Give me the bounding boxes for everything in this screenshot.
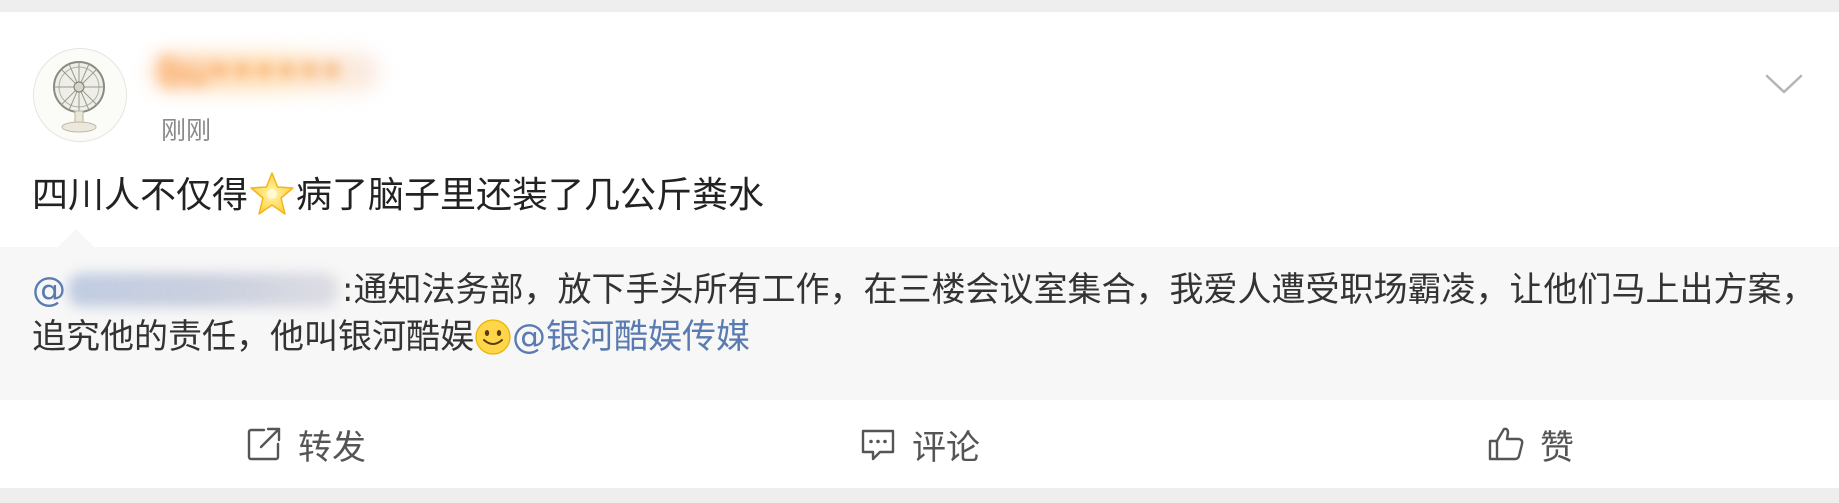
repost-label: 转发 bbox=[298, 427, 366, 468]
username[interactable]: bu•••••• bbox=[160, 48, 343, 94]
post-text-part1: 四川人不仅得 bbox=[32, 175, 249, 216]
quote-pointer bbox=[58, 229, 94, 247]
fan-icon bbox=[34, 49, 126, 141]
mention-link[interactable]: @银河酷娱传媒 bbox=[512, 317, 750, 357]
post-card: bu•••••• 刚刚 四川人不仅得 病了脑子里还装了几公斤粪水 @:通知法务… bbox=[0, 12, 1839, 488]
comment-label: 评论 bbox=[912, 427, 980, 468]
post-text: 四川人不仅得 病了脑子里还装了几公斤粪水 bbox=[32, 170, 764, 222]
share-icon bbox=[247, 427, 281, 461]
chevron-down-icon[interactable] bbox=[1761, 60, 1807, 106]
thumbs-up-icon bbox=[1488, 427, 1524, 461]
weibo-feed: bu•••••• 刚刚 四川人不仅得 病了脑子里还装了几公斤粪水 @:通知法务… bbox=[0, 0, 1839, 503]
repost-button[interactable]: 转发 bbox=[244, 400, 366, 488]
blurred-mention[interactable]: @ bbox=[32, 270, 342, 310]
avatar[interactable] bbox=[33, 48, 127, 142]
quoted-post-text: @:通知法务部，放下手头所有工作，在三楼会议室集合，我爱人遭受职场霸凌，让他们马… bbox=[32, 267, 1822, 361]
like-label: 赞 bbox=[1540, 427, 1574, 468]
star-emoji-icon bbox=[250, 172, 294, 215]
comment-icon bbox=[861, 429, 895, 461]
like-button[interactable]: 赞 bbox=[1486, 400, 1574, 488]
comment-button[interactable]: 评论 bbox=[858, 400, 980, 488]
mention-at-sign: @ bbox=[32, 270, 66, 310]
post-header: bu•••••• 刚刚 bbox=[0, 12, 1839, 152]
post-text-part2: 病了脑子里还装了几公斤粪水 bbox=[296, 175, 765, 216]
action-bar: 转发 评论 赞 bbox=[0, 400, 1839, 488]
quoted-post[interactable]: @:通知法务部，放下手头所有工作，在三楼会议室集合，我爱人遭受职场霸凌，让他们马… bbox=[0, 229, 1839, 400]
mention-name-blur bbox=[68, 273, 338, 307]
timestamp: 刚刚 bbox=[161, 116, 212, 145]
smile-emoji-icon bbox=[475, 319, 511, 355]
